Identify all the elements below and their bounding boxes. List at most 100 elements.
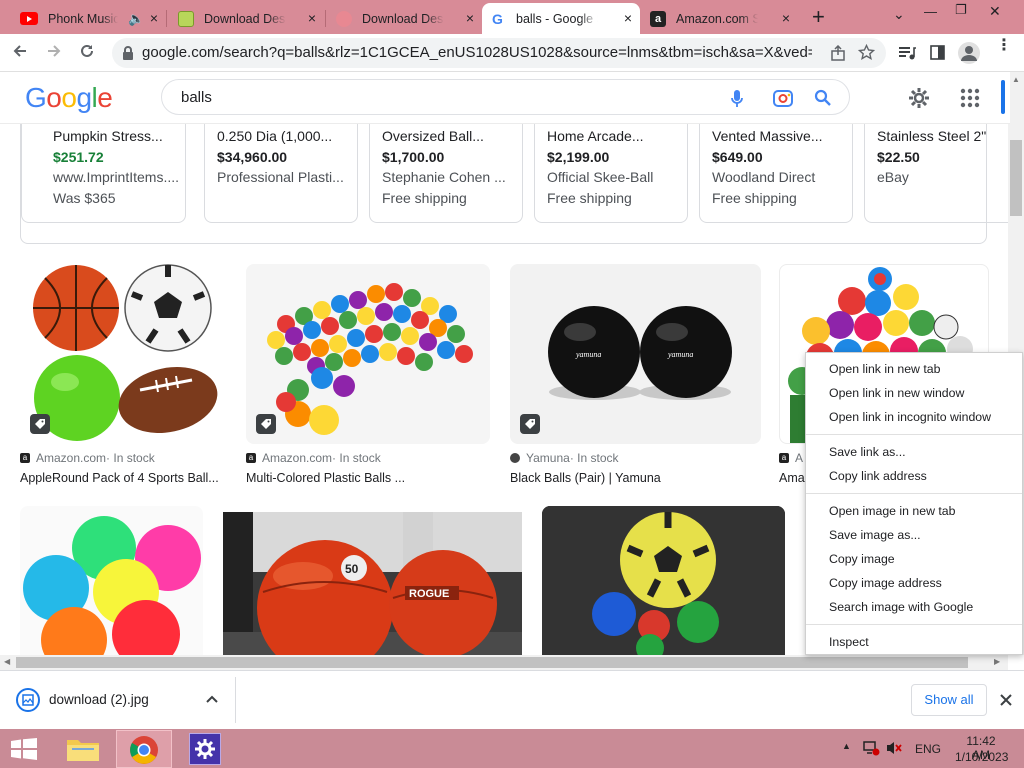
- forward-arrow-icon: [48, 45, 61, 57]
- back-button[interactable]: [9, 42, 31, 65]
- menu-save-link-as[interactable]: Save link as...: [829, 445, 906, 459]
- horizontal-scrollbar[interactable]: ◀ ▶: [0, 655, 1008, 670]
- result-image-plastic-balls[interactable]: [246, 264, 490, 444]
- result-image-soccer-balls[interactable]: [542, 506, 785, 655]
- tab-search-button[interactable]: ⌄: [893, 6, 905, 23]
- bookmark-star-icon[interactable]: [858, 44, 875, 61]
- product-name: Oversized Ball...: [382, 128, 484, 144]
- tab-google-search[interactable]: G balls - Google Search ×: [482, 3, 640, 34]
- menu-open-image-new-tab[interactable]: Open image in new tab: [829, 504, 955, 518]
- menu-save-image-as[interactable]: Save image as...: [829, 528, 921, 542]
- lens-camera-icon[interactable]: [772, 88, 794, 108]
- menu-inspect[interactable]: Inspect: [829, 635, 869, 649]
- shopping-card[interactable]: Vented Massive... $649.00 Woodland Direc…: [699, 124, 853, 223]
- tab-close-icon[interactable]: ×: [466, 11, 474, 25]
- side-panel-icon[interactable]: [930, 45, 945, 60]
- restore-button[interactable]: ❐: [955, 2, 967, 18]
- scroll-right-arrow-icon[interactable]: ▶: [994, 657, 1000, 666]
- network-icon[interactable]: [862, 740, 880, 756]
- address-bar[interactable]: google.com/search?q=balls&rlz=1C1GCEA_en…: [112, 38, 886, 68]
- shopping-card[interactable]: Stainless Steel 2" $22.50 eBay: [864, 124, 1008, 223]
- result-title[interactable]: Multi-Colored Plastic Balls ...: [246, 471, 490, 485]
- apps-grid-icon[interactable]: [960, 88, 980, 108]
- chrome-menu-icon[interactable]: ⋮: [996, 38, 1012, 54]
- tab-phonk-music[interactable]: Phonk Music 🔈 ×: [12, 3, 166, 34]
- product-price: $2,199.00: [547, 148, 610, 165]
- yamuna-brand-label: yamuna: [667, 350, 693, 359]
- show-all-button[interactable]: Show all: [911, 684, 987, 716]
- shopping-card[interactable]: Home Arcade... $2,199.00 Official Skee-B…: [534, 124, 688, 223]
- result-source[interactable]: a A: [779, 451, 803, 465]
- horizontal-scroll-thumb[interactable]: [16, 657, 968, 668]
- media-control-icon[interactable]: [898, 45, 916, 61]
- settings-taskbar-button[interactable]: [178, 730, 234, 768]
- tab-close-icon[interactable]: ×: [782, 11, 790, 25]
- result-title[interactable]: AppleRound Pack of 4 Sports Ball...: [20, 471, 225, 485]
- profile-avatar[interactable]: [958, 42, 980, 64]
- menu-open-link-new-window[interactable]: Open link in new window: [829, 386, 964, 400]
- result-source[interactable]: Yamuna · In stock: [510, 451, 619, 465]
- rogue-brand-label: ROGUE: [409, 588, 449, 600]
- menu-open-link-new-tab[interactable]: Open link in new tab: [829, 362, 940, 376]
- tab-close-icon[interactable]: ×: [150, 11, 158, 25]
- product-seller: Official Skee-Ball: [547, 169, 654, 185]
- logo-letter: g: [76, 82, 92, 113]
- tray-expand-icon[interactable]: ▲: [842, 741, 851, 751]
- result-image-slam-balls[interactable]: 50 ROGUE: [223, 512, 522, 655]
- menu-copy-image[interactable]: Copy image: [829, 552, 895, 566]
- result-image-sports-balls[interactable]: [20, 264, 225, 444]
- amazon-icon: a: [779, 453, 789, 463]
- product-seller: Woodland Direct: [712, 169, 816, 185]
- shopping-card[interactable]: 0.250 Dia (1,000... $34,960.00 Professio…: [204, 124, 358, 223]
- microphone-icon[interactable]: [730, 89, 744, 108]
- vertical-scroll-thumb[interactable]: [1010, 140, 1022, 216]
- context-menu: Open link in new tab Open link in new wi…: [805, 352, 1023, 655]
- chrome-taskbar-button[interactable]: [116, 730, 172, 768]
- minimize-button[interactable]: —: [924, 4, 937, 19]
- result-source[interactable]: a Amazon.com · In stock: [20, 451, 155, 465]
- menu-copy-link-address[interactable]: Copy link address: [829, 469, 927, 483]
- youtube-icon: [20, 12, 38, 25]
- google-header: Google balls: [0, 72, 1010, 124]
- chevron-up-icon[interactable]: [206, 694, 218, 704]
- menu-copy-image-address[interactable]: Copy image address: [829, 576, 942, 590]
- price-tag-icon: [520, 414, 540, 434]
- tab-close-icon[interactable]: ×: [624, 11, 632, 25]
- speaker-icon[interactable]: 🔈: [128, 11, 144, 27]
- clock-date[interactable]: 1/10/2023: [955, 750, 1008, 764]
- reload-icon: [81, 44, 93, 57]
- product-name: Home Arcade...: [547, 128, 644, 144]
- result-title[interactable]: Black Balls (Pair) | Yamuna: [510, 471, 761, 485]
- reload-button[interactable]: [76, 42, 98, 65]
- tab-amazon[interactable]: a Amazon.com Shopping ×: [642, 3, 798, 34]
- google-logo[interactable]: Google: [25, 82, 113, 114]
- result-source[interactable]: a Amazon.com · In stock: [246, 451, 381, 465]
- scroll-up-arrow-icon[interactable]: ▲: [1012, 75, 1020, 84]
- image-favicon-icon: [178, 10, 194, 27]
- download-item[interactable]: download (2).jpg: [8, 677, 236, 723]
- menu-open-link-incognito[interactable]: Open link in incognito window: [829, 410, 991, 424]
- shopping-card[interactable]: Oversized Ball... $1,700.00 Stephanie Co…: [369, 124, 523, 223]
- close-window-button[interactable]: ✕: [989, 3, 1001, 20]
- file-explorer-button[interactable]: [60, 731, 106, 767]
- language-indicator[interactable]: ENG: [915, 742, 941, 756]
- search-query[interactable]: balls: [181, 89, 212, 106]
- result-image-colorful-balls[interactable]: [20, 506, 203, 655]
- share-icon[interactable]: [830, 45, 846, 61]
- forward-button[interactable]: [43, 42, 65, 65]
- search-box[interactable]: balls: [161, 79, 850, 115]
- search-icon[interactable]: [814, 89, 831, 106]
- new-tab-button[interactable]: +: [812, 4, 825, 30]
- menu-search-image-google[interactable]: Search image with Google: [829, 600, 973, 614]
- windows-start-icon[interactable]: [11, 738, 37, 760]
- tab-download-desktop-1[interactable]: Download Desktop ×: [170, 3, 324, 34]
- sign-in-edge[interactable]: [1001, 80, 1005, 114]
- close-download-bar-icon[interactable]: [1000, 694, 1012, 706]
- volume-muted-icon[interactable]: [885, 740, 903, 756]
- tab-close-icon[interactable]: ×: [308, 11, 316, 25]
- tab-download-desktop-2[interactable]: Download Desktop ×: [328, 3, 482, 34]
- result-image-black-balls[interactable]: yamuna yamuna: [510, 264, 761, 444]
- scroll-left-arrow-icon[interactable]: ◀: [4, 657, 10, 666]
- shopping-card[interactable]: Pumpkin Stress... $251.72 www.ImprintIte…: [21, 124, 186, 223]
- settings-gear-icon[interactable]: [907, 86, 931, 110]
